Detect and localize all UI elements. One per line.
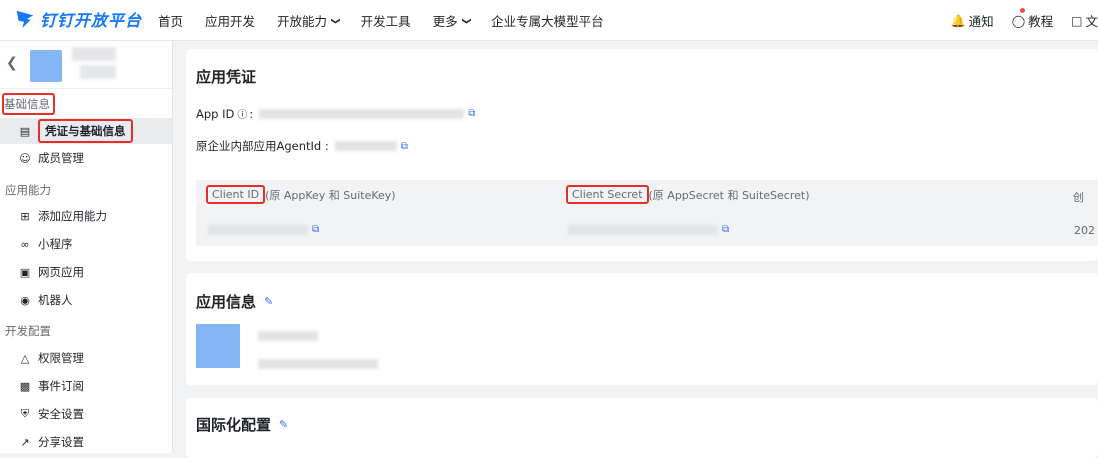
user-icon: ☺: [19, 151, 31, 165]
logo[interactable]: 钉钉开放平台: [14, 7, 142, 31]
share-icon: ↗: [20, 435, 30, 449]
sidebar-item-label: 小程序: [38, 237, 73, 251]
sidebar-item-security[interactable]: ⛨ 安全设置: [0, 401, 172, 427]
edit-icon[interactable]: ✎: [279, 418, 288, 431]
redacted-app-id: [259, 108, 465, 119]
client-secret-header: Client Secret (原 AppSecret 和 SuiteSecret…: [566, 185, 810, 204]
tutorial-button[interactable]: ◯ 教程: [1011, 8, 1053, 30]
app-logo: [196, 324, 240, 368]
nav-home[interactable]: 首页: [158, 11, 183, 30]
redacted-app-desc: [258, 359, 378, 369]
infinity-icon: ∞: [20, 237, 30, 251]
app-avatar: [30, 50, 62, 82]
grid-plus-icon: ⊞: [20, 209, 30, 223]
sidebar-item-label: 事件订阅: [38, 379, 84, 393]
bell-icon: 🔔: [950, 13, 966, 28]
truncated-column-value: 202: [1074, 224, 1095, 237]
sidebar-item-label: 凭证与基础信息: [38, 119, 133, 143]
redacted-client-id: [208, 224, 308, 235]
sidebar-item-label: 权限管理: [38, 351, 84, 365]
browser-icon: ▣: [19, 265, 31, 279]
sidebar-item-label: 网页应用: [38, 265, 84, 279]
card-title: 国际化配置 ✎: [196, 416, 289, 434]
chevron-down-icon: ❯: [329, 16, 340, 25]
redacted-app-name: [258, 331, 318, 341]
redacted-app-meta: [80, 65, 116, 79]
chevron-down-icon: ❯: [460, 16, 471, 25]
copy-icon[interactable]: ⧉: [312, 224, 319, 235]
sidebar-item-label: 机器人: [38, 293, 73, 307]
sidebar: ❮ 基础信息 ▤ 凭证与基础信息 ☺ 成员管理 应用能力 ⊞ 添加应用能力 ∞ …: [0, 41, 173, 453]
sidebar-item-label: 成员管理: [38, 151, 84, 165]
section-title-app-capabilities: 应用能力: [5, 183, 51, 197]
help-icon[interactable]: ⓘ: [237, 106, 247, 121]
nav-dev-tools[interactable]: 开发工具: [361, 11, 411, 30]
i18n-card: 国际化配置 ✎: [186, 398, 1098, 458]
tag-icon: ◯: [1011, 13, 1026, 28]
sidebar-item-label: 添加应用能力: [38, 209, 107, 223]
redacted-agent-id: [334, 141, 397, 151]
sidebar-item-permissions[interactable]: △ 权限管理: [0, 345, 172, 371]
app-id-field: App ID ⓘ : ⧉: [196, 106, 476, 122]
copy-icon[interactable]: ⧉: [722, 224, 729, 235]
app-header: ❮: [0, 41, 173, 89]
lock-icon: △: [20, 351, 30, 365]
credentials-card: 应用凭证 App ID ⓘ : ⧉ 原企业内部应用AgentId : ⧉ Cli…: [186, 49, 1098, 261]
sidebar-item-share[interactable]: ↗ 分享设置: [0, 429, 172, 455]
back-arrow-icon[interactable]: ❮: [6, 55, 18, 71]
shield-icon: ⛨: [20, 407, 30, 420]
docs-button[interactable]: □ 文: [1071, 11, 1098, 30]
section-title-basic-info: 基础信息: [2, 93, 55, 115]
app-info-card: 应用信息 ✎: [186, 273, 1098, 385]
credential-icon: ▤: [19, 124, 31, 138]
copy-icon[interactable]: ⧉: [401, 141, 408, 152]
nav-enterprise-llm[interactable]: 企业专属大模型平台: [491, 11, 604, 30]
card-title: 应用信息 ✎: [196, 293, 274, 311]
client-id-value: ⧉: [208, 224, 319, 235]
nav-app-dev[interactable]: 应用开发: [205, 11, 255, 30]
sidebar-item-mini-program[interactable]: ∞ 小程序: [0, 231, 172, 257]
sidebar-item-web-app[interactable]: ▣ 网页应用: [0, 259, 172, 285]
sidebar-item-add-capability[interactable]: ⊞ 添加应用能力: [0, 203, 172, 229]
book-icon: □: [1071, 13, 1083, 28]
main-nav: 首页 应用开发 开放能力 ❯ 开发工具 更多 ❯ 企业专属大模型平台: [158, 0, 626, 41]
robot-icon: ◉: [20, 293, 30, 307]
top-navbar: 钉钉开放平台 首页 应用开发 开放能力 ❯ 开发工具 更多 ❯ 企业专属大模型平台 …: [0, 0, 1098, 41]
sidebar-item-credentials[interactable]: ▤ 凭证与基础信息: [0, 118, 172, 144]
dingtalk-logo-icon: [16, 10, 34, 29]
card-title: 应用凭证: [196, 68, 257, 86]
client-secret-value: ⧉: [568, 224, 729, 235]
redacted-app-name: [72, 47, 116, 61]
logo-text: 钉钉开放平台: [40, 11, 143, 30]
edit-icon[interactable]: ✎: [264, 295, 273, 308]
event-icon: ▩: [19, 379, 31, 393]
copy-icon[interactable]: ⧉: [468, 108, 475, 119]
sidebar-item-members[interactable]: ☺ 成员管理: [0, 145, 172, 171]
section-title-dev-config: 开发配置: [5, 324, 51, 338]
redacted-client-secret: [568, 224, 718, 235]
truncated-column-header: 创: [1073, 191, 1084, 204]
sidebar-item-label: 安全设置: [38, 407, 84, 421]
sidebar-item-event-subscription[interactable]: ▩ 事件订阅: [0, 373, 172, 399]
sidebar-item-robot[interactable]: ◉ 机器人: [0, 287, 172, 313]
nav-more[interactable]: 更多 ❯: [433, 11, 471, 30]
header-actions: 🔔 通知 ◯ 教程 □ 文: [933, 0, 1098, 41]
notify-button[interactable]: 🔔 通知: [951, 11, 994, 30]
unread-dot: [1019, 8, 1025, 13]
agent-id-field: 原企业内部应用AgentId : ⧉: [196, 139, 408, 153]
nav-open-capabilities[interactable]: 开放能力 ❯: [277, 11, 340, 30]
credentials-table: Client ID (原 AppKey 和 SuiteKey) Client S…: [196, 180, 1098, 246]
client-id-header: Client ID (原 AppKey 和 SuiteKey): [206, 185, 396, 204]
sidebar-item-label: 分享设置: [38, 435, 84, 449]
